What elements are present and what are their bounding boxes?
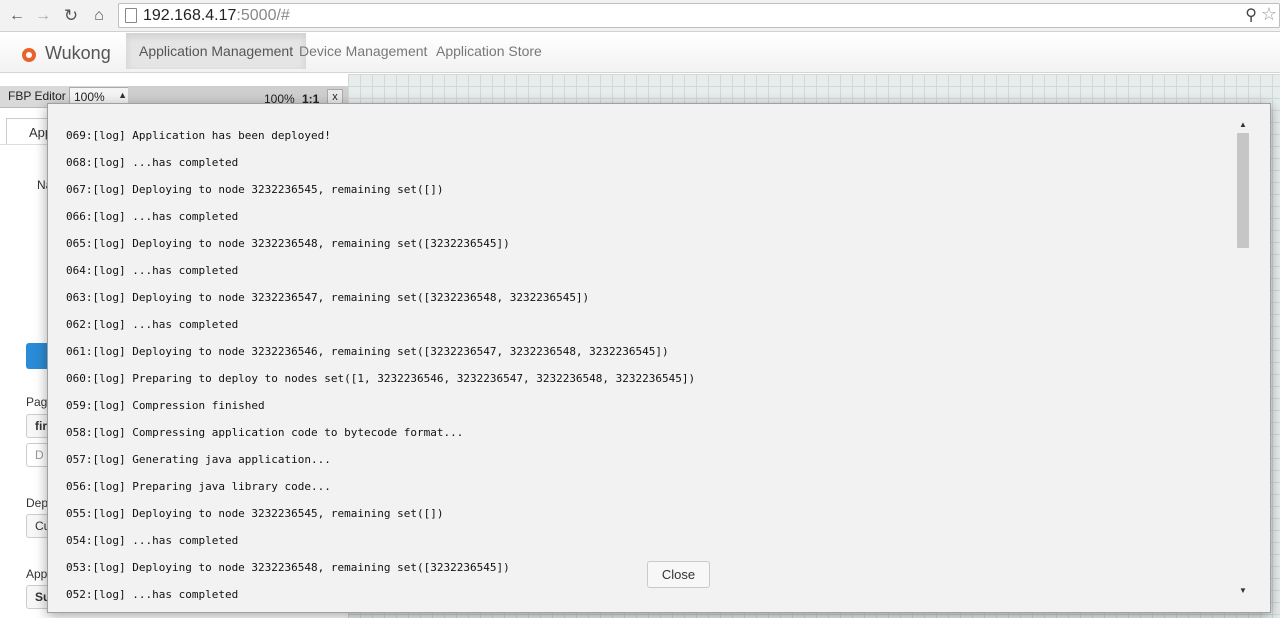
page-label: Pag [26,395,48,409]
log-line: 061:[log] Deploying to node 3232236546, … [66,345,669,358]
log-line: 064:[log] ...has completed [66,264,239,277]
url-path: :5000/# [236,7,290,24]
tab-device-management[interactable]: Device Management [286,33,440,69]
log-line: 067:[log] Deploying to node 3232236545, … [66,183,444,196]
wukong-logo-icon [22,48,36,62]
close-button[interactable]: Close [647,561,710,588]
log-line: 057:[log] Generating java application... [66,453,331,466]
log-line: 053:[log] Deploying to node 3232236548, … [66,561,510,574]
deploy-log-dialog: 069:[log] Application has been deployed!… [47,103,1271,613]
log-line: 056:[log] Preparing java library code... [66,480,331,493]
fbp-editor-label: FBP Editor [8,89,66,103]
log-line: 066:[log] ...has completed [66,210,239,223]
log-line: 062:[log] ...has completed [66,318,239,331]
scroll-thumb[interactable] [1237,133,1249,248]
log-line: 060:[log] Preparing to deploy to nodes s… [66,372,696,385]
log-line: 068:[log] ...has completed [66,156,239,169]
brand-name: Wukong [45,42,111,63]
brand[interactable]: Wukong [22,40,111,66]
star-icon[interactable]: ☆ [1261,4,1277,25]
back-arrow-icon[interactable]: ← [6,5,28,27]
log-line: 058:[log] Compressing application code t… [66,426,464,439]
page-icon [125,8,137,23]
log-line: 069:[log] Application has been deployed! [66,129,331,142]
tab-application-management[interactable]: Application Management [126,33,307,69]
log-line: 052:[log] ...has completed [66,588,239,601]
address-bar[interactable]: 192.168.4.17:5000/# ⚲ ☆ [118,3,1280,28]
log-line: 063:[log] Deploying to node 3232236547, … [66,291,590,304]
url-host: 192.168.4.17 [143,7,237,24]
deploy-label: Dep [26,496,49,510]
log-list[interactable]: 069:[log] Application has been deployed!… [66,122,1226,602]
scroll-up-icon[interactable]: ▲ [1236,118,1250,132]
app-label: App [26,567,48,581]
url-text[interactable]: 192.168.4.17:5000/# [143,7,290,25]
log-line: 055:[log] Deploying to node 3232236545, … [66,507,444,520]
zoom-icon[interactable]: ⚲ [1245,5,1257,25]
dialog-scrollbar[interactable]: ▲ ▼ [1236,118,1250,598]
chevron-updown-icon: ▲ [118,90,127,100]
app-navbar: Wukong Application Management Device Man… [0,33,1280,73]
zoom-select-value: 100% [74,90,105,104]
log-line: 065:[log] Deploying to node 3232236548, … [66,237,510,250]
scroll-down-icon[interactable]: ▼ [1236,584,1250,598]
forward-arrow-icon[interactable]: → [32,5,54,27]
reload-icon[interactable]: ↻ [60,5,82,27]
home-icon[interactable]: ⌂ [88,5,110,27]
browser-toolbar: ← → ↻ ⌂ 192.168.4.17:5000/# ⚲ ☆ [0,0,1280,32]
tab-application-store[interactable]: Application Store [423,33,555,69]
log-line: 059:[log] Compression finished [66,399,265,412]
log-line: 054:[log] ...has completed [66,534,239,547]
